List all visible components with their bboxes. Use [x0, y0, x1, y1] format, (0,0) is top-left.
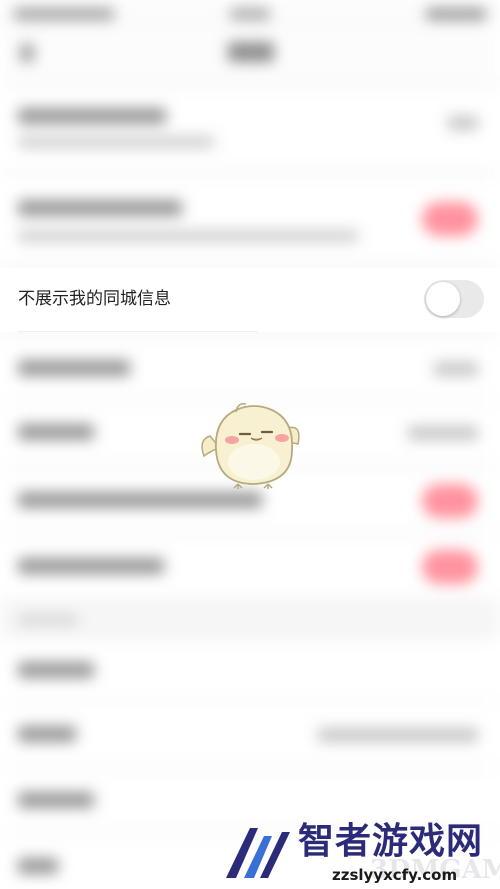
setting-label: 不展示我的同城信息 [18, 289, 171, 309]
loading-mascot-bird-icon [196, 398, 306, 490]
blurred-row [0, 704, 500, 764]
blurred-row [0, 178, 500, 260]
hide-local-info-toggle[interactable] [424, 280, 484, 318]
watermark-url: zzslyyxcfy.com [332, 866, 458, 884]
status-bar [0, 0, 500, 28]
watermark-site-name: 智者游戏网 [298, 821, 484, 862]
zhizhe-logo-icon [226, 828, 290, 878]
row-divider [18, 331, 258, 332]
blurred-row [0, 536, 500, 596]
setting-row-hide-local-info: 不展示我的同城信息 [0, 268, 500, 332]
blurred-row [0, 640, 500, 700]
toggle-knob [426, 282, 460, 316]
blurred-row [0, 90, 500, 168]
blurred-section-header [0, 600, 500, 640]
nav-bar [0, 28, 500, 80]
site-watermark: 3DMGAME 智者游戏网 zzslyyxcfy.com [220, 820, 500, 889]
blurred-row [0, 340, 500, 398]
